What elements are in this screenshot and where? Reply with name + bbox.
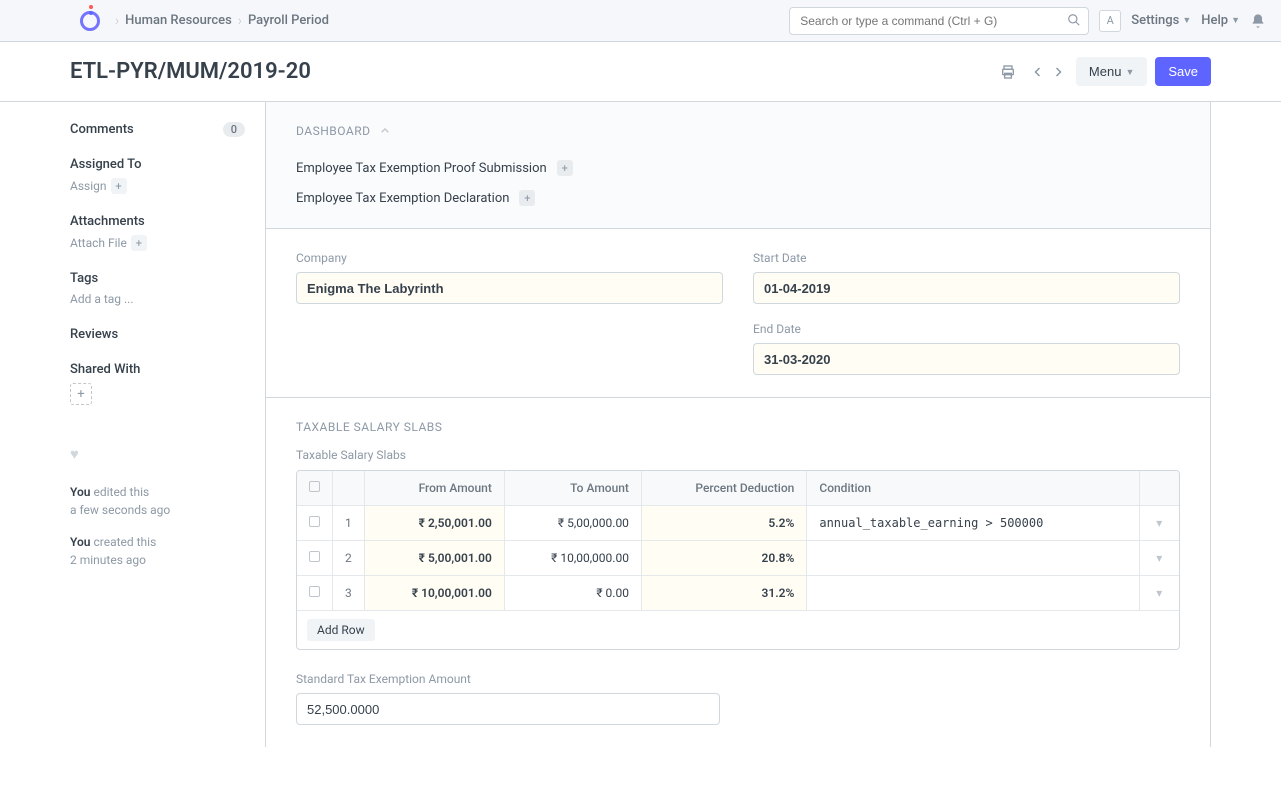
start-date-field[interactable] bbox=[753, 272, 1180, 304]
comments-header[interactable]: Comments 0 bbox=[70, 122, 245, 137]
app-logo[interactable] bbox=[75, 6, 105, 36]
table-row[interactable]: 2 ₹ 5,00,001.00 ₹ 10,00,000.00 20.8% ▾ bbox=[297, 541, 1179, 576]
page-header: ETL-PYR/MUM/2019-20 Menu▼ Save bbox=[0, 42, 1281, 102]
cell-condition[interactable] bbox=[807, 576, 1139, 611]
row-index: 2 bbox=[333, 541, 365, 576]
cell-condition[interactable]: annual_taxable_earning > 500000 bbox=[807, 506, 1139, 541]
share-add-button[interactable]: + bbox=[70, 383, 92, 405]
caret-down-icon: ▼ bbox=[1125, 67, 1134, 77]
exemption-label: Standard Tax Exemption Amount bbox=[296, 672, 720, 686]
help-menu[interactable]: Help▼ bbox=[1201, 13, 1240, 28]
col-to-amount: To Amount bbox=[504, 471, 641, 506]
company-label: Company bbox=[296, 251, 723, 265]
row-checkbox[interactable] bbox=[309, 586, 320, 597]
tags-header: Tags bbox=[70, 271, 245, 286]
cell-from[interactable]: ₹ 5,00,001.00 bbox=[364, 541, 504, 576]
col-percent: Percent Deduction bbox=[641, 471, 806, 506]
heart-icon[interactable]: ♥ bbox=[70, 445, 245, 463]
breadcrumb-doctype[interactable]: Payroll Period bbox=[248, 13, 329, 28]
next-doc-icon[interactable] bbox=[1048, 60, 1068, 84]
dashboard-section-header[interactable]: Dashboard bbox=[296, 124, 1180, 138]
add-row-button[interactable]: Add Row bbox=[307, 619, 375, 641]
start-date-label: Start Date bbox=[753, 251, 1180, 265]
row-menu-icon[interactable]: ▾ bbox=[1139, 541, 1179, 576]
row-index: 3 bbox=[333, 576, 365, 611]
table-row[interactable]: 1 ₹ 2,50,001.00 ₹ 5,00,000.00 5.2% annua… bbox=[297, 506, 1179, 541]
cell-from[interactable]: ₹ 2,50,001.00 bbox=[364, 506, 504, 541]
breadcrumb-module[interactable]: Human Resources bbox=[125, 13, 232, 28]
slabs-section-header[interactable]: Taxable Salary Slabs bbox=[296, 420, 1180, 434]
print-icon[interactable] bbox=[996, 60, 1020, 84]
save-button[interactable]: Save bbox=[1155, 57, 1211, 86]
form-main: Dashboard Employee Tax Exemption Proof S… bbox=[265, 102, 1211, 747]
avatar[interactable]: A bbox=[1099, 10, 1121, 32]
reviews-header: Reviews bbox=[70, 327, 245, 342]
shared-with-header: Shared With bbox=[70, 362, 245, 377]
plus-icon[interactable]: + bbox=[557, 160, 573, 176]
slabs-table: From Amount To Amount Percent Deduction … bbox=[296, 470, 1180, 650]
row-menu-icon[interactable]: ▾ bbox=[1139, 576, 1179, 611]
end-date-label: End Date bbox=[753, 322, 1180, 336]
add-tag-input[interactable]: Add a tag ... bbox=[70, 292, 134, 306]
col-from-amount: From Amount bbox=[364, 471, 504, 506]
page-title: ETL-PYR/MUM/2019-20 bbox=[70, 59, 311, 84]
table-row[interactable]: 3 ₹ 10,00,001.00 ₹ 0.00 31.2% ▾ bbox=[297, 576, 1179, 611]
form-sidebar: Comments 0 Assigned To Assign + Attachme… bbox=[70, 102, 265, 747]
timeline-entry: You created this 2 minutes ago bbox=[70, 533, 245, 569]
caret-down-icon: ▼ bbox=[1182, 15, 1191, 26]
cell-condition[interactable] bbox=[807, 541, 1139, 576]
col-condition: Condition bbox=[807, 471, 1139, 506]
chevron-up-icon bbox=[380, 126, 390, 136]
attachments-header: Attachments bbox=[70, 214, 245, 229]
attach-file-button[interactable]: Attach File + bbox=[70, 235, 147, 251]
comments-count: 0 bbox=[223, 122, 245, 137]
bell-icon[interactable] bbox=[1250, 13, 1266, 29]
plus-icon[interactable]: + bbox=[519, 190, 535, 206]
cell-percent[interactable]: 20.8% bbox=[641, 541, 806, 576]
timeline-entry: You edited this a few seconds ago bbox=[70, 483, 245, 519]
chevron-right-icon: › bbox=[115, 13, 119, 29]
cell-percent[interactable]: 31.2% bbox=[641, 576, 806, 611]
menu-button[interactable]: Menu▼ bbox=[1076, 57, 1147, 86]
cell-to[interactable]: ₹ 0.00 bbox=[504, 576, 641, 611]
row-checkbox[interactable] bbox=[309, 551, 320, 562]
cell-to[interactable]: ₹ 10,00,000.00 bbox=[504, 541, 641, 576]
plus-icon: + bbox=[131, 235, 147, 251]
assigned-to-header: Assigned To bbox=[70, 157, 245, 172]
company-field[interactable] bbox=[296, 272, 723, 304]
top-navbar: › Human Resources › Payroll Period A Set… bbox=[0, 0, 1281, 42]
dashboard-link-declaration[interactable]: Employee Tax Exemption Declaration + bbox=[296, 190, 1180, 206]
search-icon[interactable] bbox=[1067, 13, 1081, 27]
end-date-field[interactable] bbox=[753, 343, 1180, 375]
select-all-checkbox[interactable] bbox=[309, 481, 320, 492]
exemption-field[interactable] bbox=[296, 693, 720, 725]
dashboard-link-proof-submission[interactable]: Employee Tax Exemption Proof Submission … bbox=[296, 160, 1180, 176]
breadcrumb: › Human Resources › Payroll Period bbox=[115, 13, 329, 29]
cell-from[interactable]: ₹ 10,00,001.00 bbox=[364, 576, 504, 611]
prev-doc-icon[interactable] bbox=[1028, 60, 1048, 84]
row-menu-icon[interactable]: ▾ bbox=[1139, 506, 1179, 541]
slabs-table-label: Taxable Salary Slabs bbox=[296, 448, 1180, 462]
chevron-right-icon: › bbox=[238, 13, 242, 29]
row-checkbox[interactable] bbox=[309, 516, 320, 527]
row-index: 1 bbox=[333, 506, 365, 541]
settings-menu[interactable]: Settings▼ bbox=[1131, 13, 1191, 28]
cell-to[interactable]: ₹ 5,00,000.00 bbox=[504, 506, 641, 541]
plus-icon: + bbox=[111, 178, 127, 194]
assign-button[interactable]: Assign + bbox=[70, 178, 127, 194]
search-input[interactable] bbox=[789, 7, 1089, 35]
caret-down-icon: ▼ bbox=[1231, 15, 1240, 26]
cell-percent[interactable]: 5.2% bbox=[641, 506, 806, 541]
